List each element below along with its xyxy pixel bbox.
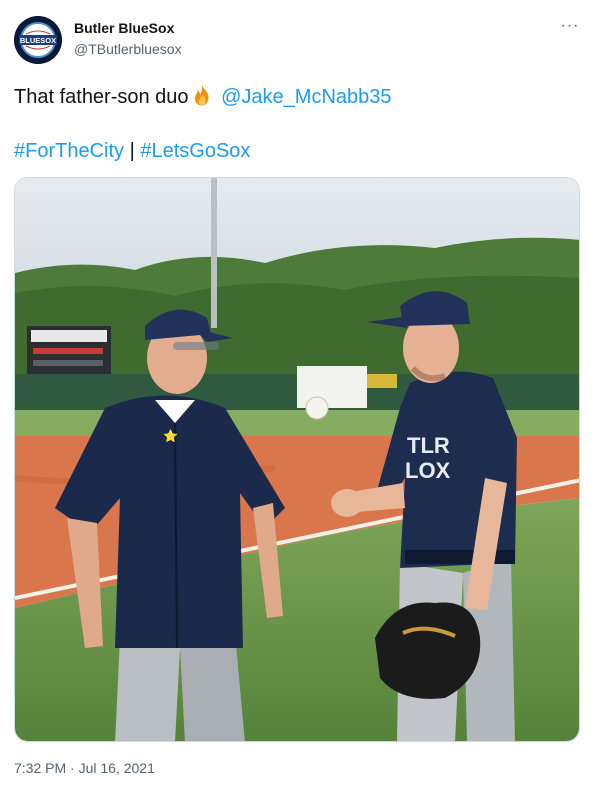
author-name[interactable]: Butler BlueSox — [74, 20, 174, 36]
hashtag-lets-go-sox[interactable]: #LetsGoSox — [140, 140, 250, 162]
avatar-logo-text: BLUESOX — [20, 36, 56, 45]
hashtag-for-the-city[interactable]: #ForTheCity — [14, 140, 124, 162]
svg-text:⭐: ⭐ — [163, 429, 178, 443]
author-handle[interactable]: @TButlerbluesox — [74, 41, 182, 57]
hashtag-line: #ForTheCity | #LetsGoSox — [14, 138, 250, 164]
tweet-text: That father-son duo @Jake_McNabb35 — [14, 83, 392, 110]
baseball — [305, 396, 329, 420]
tweet-timestamp[interactable]: 7:32 PM · Jul 16, 2021 — [14, 760, 155, 776]
mention-link[interactable]: @Jake_McNabb35 — [221, 86, 391, 108]
avatar[interactable]: BLUESOX — [14, 16, 62, 64]
jersey-text-2: LOX — [405, 458, 451, 483]
more-horizontal-icon: ··· — [560, 17, 580, 34]
baseball-photo: ⭐ TLR LOX — [15, 178, 579, 741]
bluesox-logo: BLUESOX — [14, 16, 62, 64]
fire-icon — [190, 83, 214, 107]
jersey-text-1: TLR — [407, 433, 450, 458]
tweet-photo[interactable]: ⭐ TLR LOX — [14, 177, 580, 742]
more-options-button[interactable]: ··· — [556, 16, 584, 40]
tweet: BLUESOX Butler BlueSox @TButlerbluesox ·… — [0, 0, 594, 792]
tweet-text-body: That father-son duo — [14, 86, 189, 108]
hashtag-separator: | — [129, 140, 135, 162]
